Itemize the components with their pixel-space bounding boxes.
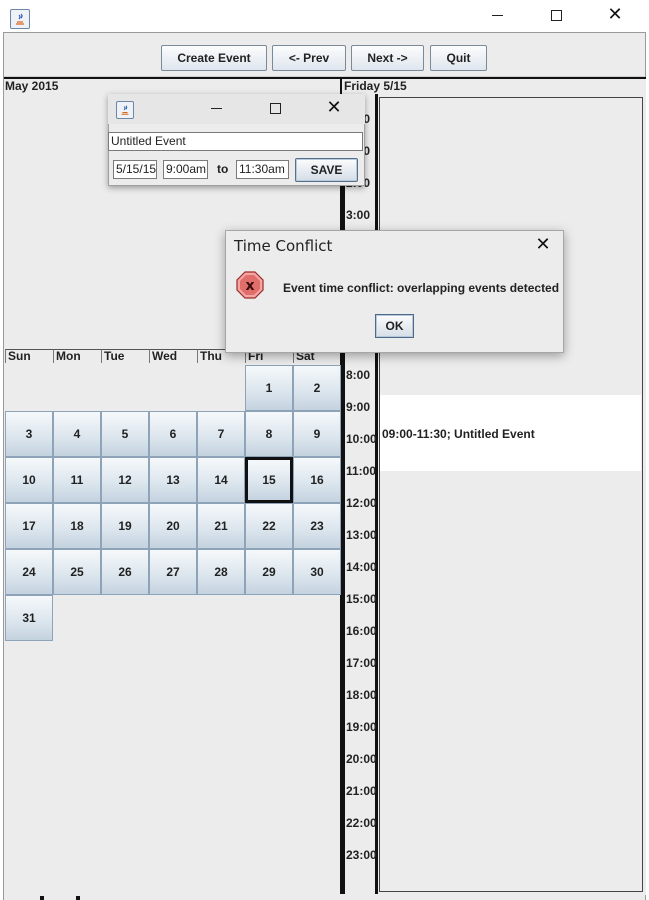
close-icon: ✕ <box>607 4 623 25</box>
end-time-field[interactable]: 11:30am <box>236 160 289 179</box>
window-titlebar: ✕ <box>0 0 649 32</box>
day-cell[interactable]: 30 <box>293 549 341 595</box>
minimize-button[interactable] <box>484 3 510 27</box>
hour-label: 11:00 <box>346 464 377 478</box>
events-area <box>379 97 643 892</box>
day-cell[interactable]: 11 <box>53 457 101 503</box>
to-label: to <box>217 162 229 176</box>
day-cell[interactable]: 29 <box>245 549 293 595</box>
hour-label: 23:00 <box>346 848 377 862</box>
hour-label: 21:00 <box>346 784 377 798</box>
hour-label: 8:00 <box>346 368 371 382</box>
day-cell[interactable]: 23 <box>293 503 341 549</box>
hour-label: 14:00 <box>346 560 377 574</box>
java-app-icon <box>10 9 30 29</box>
minimize-icon <box>210 107 222 109</box>
start-time-field[interactable]: 9:00am <box>163 160 208 179</box>
dialog-close-button[interactable]: ✕ <box>321 97 347 119</box>
day-cell[interactable]: 19 <box>101 503 149 549</box>
day-title: Friday 5/15 <box>344 79 407 93</box>
hour-label: 16:00 <box>346 624 377 638</box>
hour-label: 10:00 <box>346 432 377 446</box>
background-artifact <box>76 896 80 900</box>
day-cell[interactable]: 5 <box>101 411 149 457</box>
hour-label: 13:00 <box>346 528 377 542</box>
svg-text:x: x <box>245 278 254 294</box>
conflict-message: Event time conflict: overlapping events … <box>283 281 560 295</box>
hour-label: 22:00 <box>346 816 377 830</box>
create-event-titlebar: ✕ <box>108 94 365 124</box>
close-icon: ✕ <box>326 97 342 118</box>
next-button[interactable]: Next -> <box>351 45 424 71</box>
day-cell[interactable]: 7 <box>197 411 245 457</box>
dayname-tue: Tue <box>101 349 149 363</box>
day-cell[interactable]: 26 <box>101 549 149 595</box>
day-cell[interactable]: 9 <box>293 411 341 457</box>
day-cell[interactable]: 13 <box>149 457 197 503</box>
hour-label: 15:00 <box>346 592 377 606</box>
day-cell[interactable]: 4 <box>53 411 101 457</box>
error-icon: x <box>236 271 264 299</box>
day-cell[interactable]: 22 <box>245 503 293 549</box>
day-cell[interactable]: 17 <box>5 503 53 549</box>
day-cell[interactable]: 24 <box>5 549 53 595</box>
background-artifact <box>40 896 44 900</box>
quit-button[interactable]: Quit <box>430 45 487 71</box>
day-cell[interactable]: 14 <box>197 457 245 503</box>
dayname-mon: Mon <box>53 349 101 363</box>
day-cell-selected[interactable]: 15 <box>245 457 293 503</box>
ok-button[interactable]: OK <box>375 314 414 338</box>
day-cell[interactable]: 10 <box>5 457 53 503</box>
event-name-field[interactable]: Untitled Event <box>108 132 363 151</box>
save-button[interactable]: SAVE <box>295 158 358 182</box>
prev-button[interactable]: <- Prev <box>272 45 346 71</box>
maximize-icon <box>269 102 281 114</box>
day-cell[interactable]: 2 <box>293 365 341 411</box>
month-title: May 2015 <box>5 79 59 93</box>
day-cell[interactable]: 6 <box>149 411 197 457</box>
close-icon: ✕ <box>535 234 551 255</box>
day-cell[interactable]: 12 <box>101 457 149 503</box>
day-cell[interactable]: 8 <box>245 411 293 457</box>
create-event-button[interactable]: Create Event <box>161 45 267 71</box>
event-label: 09:00-11:30; Untitled Event <box>382 427 535 441</box>
dialog-minimize-button[interactable] <box>204 98 228 118</box>
hour-label: 12:00 <box>346 496 377 510</box>
bottom-edge <box>4 894 645 900</box>
hour-label: 9:00 <box>346 400 371 414</box>
java-app-icon <box>116 101 134 119</box>
conflict-dialog-title: Time Conflict <box>234 237 333 255</box>
event-date-field[interactable]: 5/15/15 <box>113 160 157 179</box>
day-cell[interactable]: 16 <box>293 457 341 503</box>
day-cell[interactable]: 18 <box>53 503 101 549</box>
close-window-button[interactable]: ✕ <box>601 3 629 27</box>
day-cell[interactable]: 1 <box>245 365 293 411</box>
maximize-button[interactable] <box>543 3 569 27</box>
day-cell[interactable]: 25 <box>53 549 101 595</box>
hour-label: 20:00 <box>346 752 377 766</box>
conflict-close-button[interactable]: ✕ <box>530 234 556 256</box>
day-cell[interactable]: 27 <box>149 549 197 595</box>
dialog-maximize-button[interactable] <box>263 98 287 118</box>
day-cell[interactable]: 31 <box>5 595 53 641</box>
day-cell[interactable]: 28 <box>197 549 245 595</box>
hour-label: 18:00 <box>346 688 377 702</box>
dayname-sun: Sun <box>5 349 53 363</box>
day-cell[interactable]: 20 <box>149 503 197 549</box>
day-cell[interactable]: 21 <box>197 503 245 549</box>
day-cell[interactable]: 3 <box>5 411 53 457</box>
dayname-wed: Wed <box>149 349 197 363</box>
hour-label: 3:00 <box>346 208 371 222</box>
hour-label: 17:00 <box>346 656 377 670</box>
minimize-icon <box>491 14 503 16</box>
hour-label: 19:00 <box>346 720 377 734</box>
maximize-icon <box>550 9 562 21</box>
